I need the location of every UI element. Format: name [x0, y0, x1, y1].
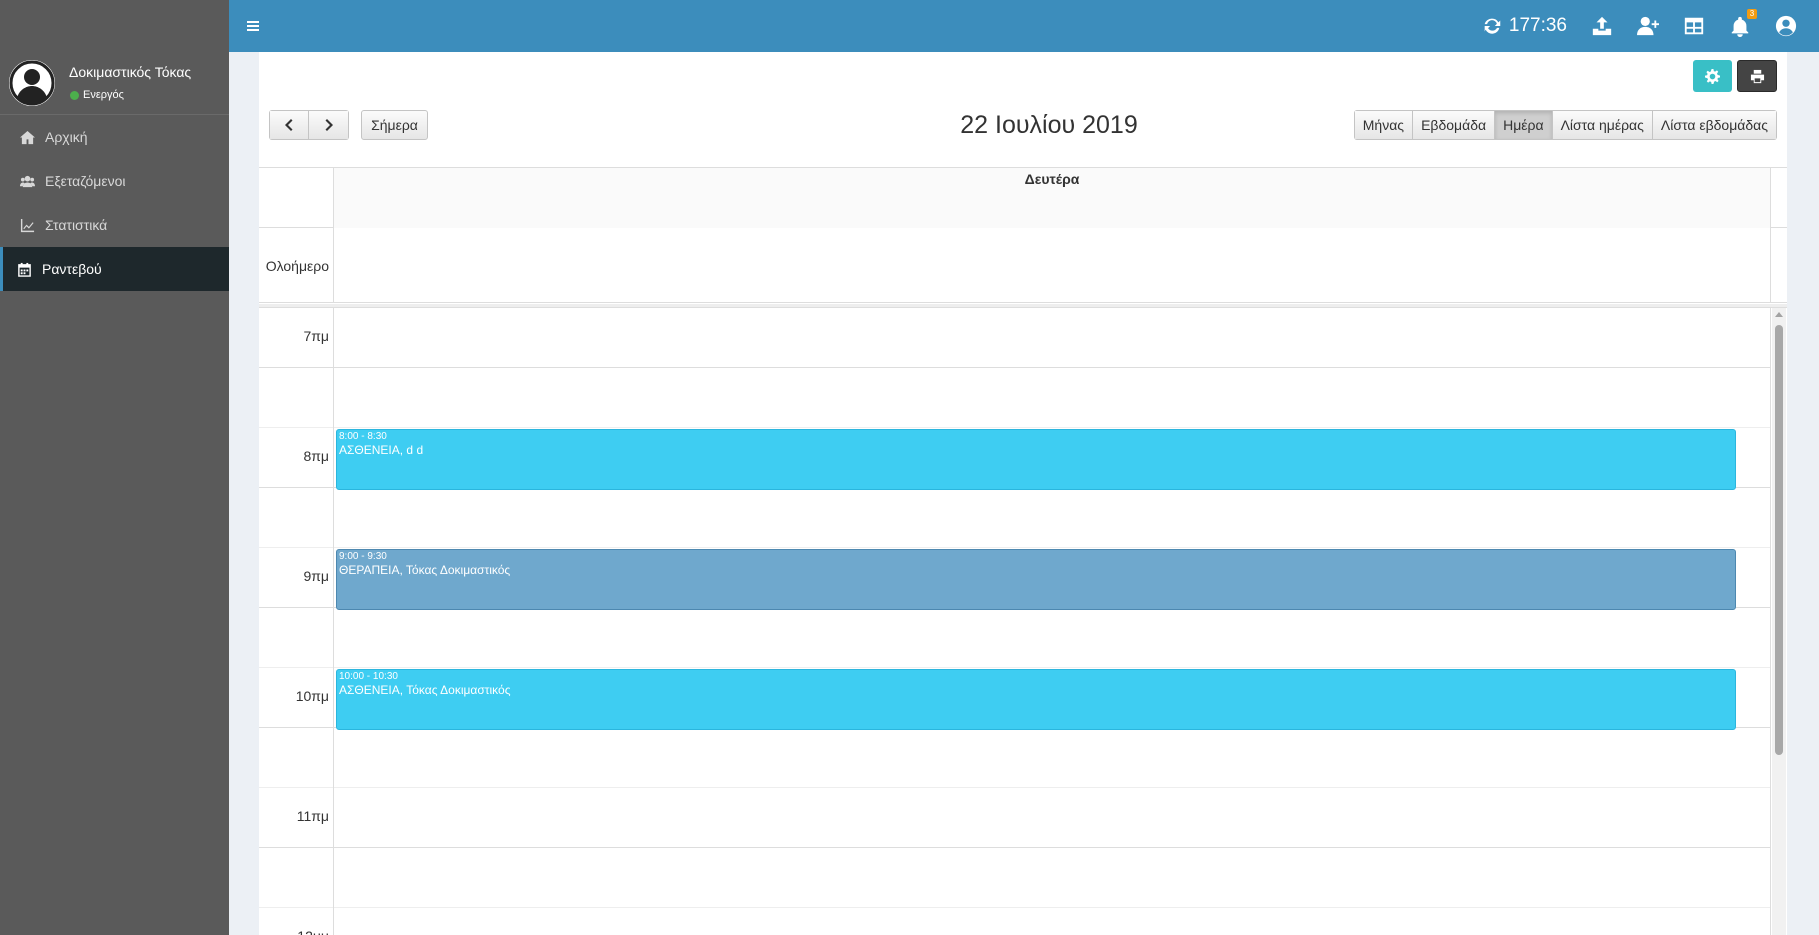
calendar-nav: [269, 110, 349, 140]
time-slot[interactable]: [259, 368, 1771, 428]
upload-button[interactable]: [1579, 0, 1625, 52]
chart-line-icon: [20, 218, 35, 232]
hour-label: 9πμ: [259, 548, 334, 608]
topbar-actions: 177:36 3: [1469, 0, 1819, 52]
time-grid: 7πμ 8πμ 9πμ 10πμ 11πμ 8:00 - 8:30 ΑΣΘΕΝΕ…: [259, 308, 1787, 935]
event-time: 10:00 - 10:30: [339, 671, 398, 682]
sidebar-item-examinees[interactable]: Εξεταζόμενοι: [0, 159, 229, 203]
status-dot-icon: [70, 90, 79, 100]
time-slot[interactable]: [259, 848, 1771, 908]
time-slot[interactable]: 12μμ: [259, 908, 1771, 935]
allday-row: Ολοήμερο: [259, 228, 1787, 303]
event-title: ΘΕΡΑΠΕΙΑ, Τόκας Δοκιμαστικός: [339, 563, 511, 577]
allday-cell[interactable]: [334, 228, 1771, 303]
calendar-event[interactable]: 10:00 - 10:30 ΑΣΘΕΝΕΙΑ, Τόκας Δοκιμαστικ…: [336, 669, 1736, 730]
sidebar-item-label: Εξεταζόμενοι: [45, 173, 126, 189]
table-view-button[interactable]: [1671, 0, 1717, 52]
calendar-event[interactable]: 9:00 - 9:30 ΘΕΡΑΠΕΙΑ, Τόκας Δοκιμαστικός: [336, 549, 1736, 610]
event-title: ΑΣΘΕΝΕΙΑ, Τόκας Δοκιμαστικός: [339, 683, 511, 697]
allday-label: Ολοήμερο: [259, 228, 334, 303]
hour-label: 12μμ: [259, 908, 334, 935]
sidebar-item-label: Ραντεβού: [42, 261, 102, 277]
add-user-button[interactable]: [1625, 0, 1671, 52]
time-slot[interactable]: 11πμ: [259, 788, 1771, 848]
timer-value: 177:36: [1508, 15, 1567, 36]
next-button[interactable]: [309, 110, 349, 140]
user-avatar-icon: [9, 60, 55, 106]
hour-label: 7πμ: [259, 308, 334, 368]
day-header-row: Δευτέρα: [259, 167, 1787, 228]
session-timer[interactable]: 177:36: [1469, 0, 1579, 52]
user-plus-icon: [1637, 16, 1659, 36]
topbar: 177:36 3: [229, 0, 1819, 52]
view-switcher: Μήνας Εβδομάδα Ημέρα Λίστα ημέρας Λίστα …: [1353, 110, 1777, 140]
settings-button[interactable]: [1693, 60, 1732, 92]
user-status-label: Ενεργός: [83, 89, 124, 101]
chevron-right-icon: [325, 119, 333, 131]
sidebar-menu: Αρχική Εξεταζόμενοι Στατιστικά Ραντεβού: [0, 114, 229, 291]
view-month-button[interactable]: Μήνας: [1353, 110, 1414, 140]
calendar-icon: [18, 262, 31, 277]
user-name: Δοκιμαστικός Τόκας: [69, 64, 192, 80]
user-circle-icon: [1775, 15, 1797, 37]
sidebar-item-statistics[interactable]: Στατιστικά: [0, 203, 229, 247]
view-day-list-button[interactable]: Λίστα ημέρας: [1552, 110, 1653, 140]
event-time: 9:00 - 9:30: [339, 551, 387, 562]
user-panel: Δοκιμαστικός Τόκας Ενεργός: [0, 52, 229, 114]
time-grid-scrollbar[interactable]: [1772, 308, 1786, 935]
sidebar: Δοκιμαστικός Τόκας Ενεργός Αρχική Εξεταζ…: [0, 0, 229, 935]
chevron-left-icon: [285, 119, 293, 131]
sidebar-item-appointments[interactable]: Ραντεβού: [0, 247, 229, 291]
scroll-up-icon[interactable]: [1775, 312, 1783, 317]
table-icon: [1684, 17, 1704, 35]
notifications-button[interactable]: 3: [1717, 0, 1763, 52]
time-slot[interactable]: [259, 608, 1771, 668]
sidebar-item-label: Στατιστικά: [45, 217, 108, 233]
sidebar-toggle-button[interactable]: [243, 16, 263, 36]
account-button[interactable]: [1763, 0, 1819, 52]
today-button[interactable]: Σήμερα: [361, 110, 428, 140]
users-icon: [20, 175, 35, 187]
event-time: 8:00 - 8:30: [339, 431, 387, 442]
print-button[interactable]: [1737, 60, 1777, 92]
sidebar-item-label: Αρχική: [45, 129, 88, 145]
calendar-event[interactable]: 8:00 - 8:30 ΑΣΘΕΝΕΙΑ, d d: [336, 429, 1736, 490]
printer-icon: [1750, 69, 1764, 83]
home-icon: [20, 130, 35, 144]
refresh-icon: [1484, 18, 1501, 34]
prev-button[interactable]: [269, 110, 309, 140]
scrollbar-thumb[interactable]: [1775, 325, 1783, 755]
calendar-grid: Δευτέρα Ολοήμερο 7πμ 8πμ 9πμ 10πμ 11πμ 8…: [259, 167, 1787, 935]
notification-badge: 3: [1747, 9, 1757, 19]
sidebar-item-home[interactable]: Αρχική: [0, 115, 229, 159]
day-header: Δευτέρα: [334, 168, 1771, 228]
view-week-list-button[interactable]: Λίστα εβδομάδας: [1652, 110, 1777, 140]
upload-icon: [1592, 16, 1612, 36]
gear-icon: [1705, 68, 1720, 84]
hamburger-icon: [247, 21, 259, 31]
calendar-panel: Σήμερα 22 Ιουλίου 2019 Μήνας Εβδομάδα Ημ…: [259, 52, 1787, 935]
time-slot[interactable]: [259, 728, 1771, 788]
hour-label: 11πμ: [259, 788, 334, 848]
hour-label: 8πμ: [259, 428, 334, 488]
time-slot[interactable]: 7πμ: [259, 308, 1771, 368]
hour-label: 10πμ: [259, 668, 334, 728]
user-status: Ενεργός: [70, 89, 124, 101]
axis-header: [259, 168, 334, 228]
time-slot[interactable]: [259, 488, 1771, 548]
event-title: ΑΣΘΕΝΕΙΑ, d d: [339, 443, 424, 457]
view-day-button[interactable]: Ημέρα: [1495, 110, 1553, 140]
calendar-title: 22 Ιουλίου 2019: [960, 111, 1138, 139]
view-week-button[interactable]: Εβδομάδα: [1413, 110, 1496, 140]
